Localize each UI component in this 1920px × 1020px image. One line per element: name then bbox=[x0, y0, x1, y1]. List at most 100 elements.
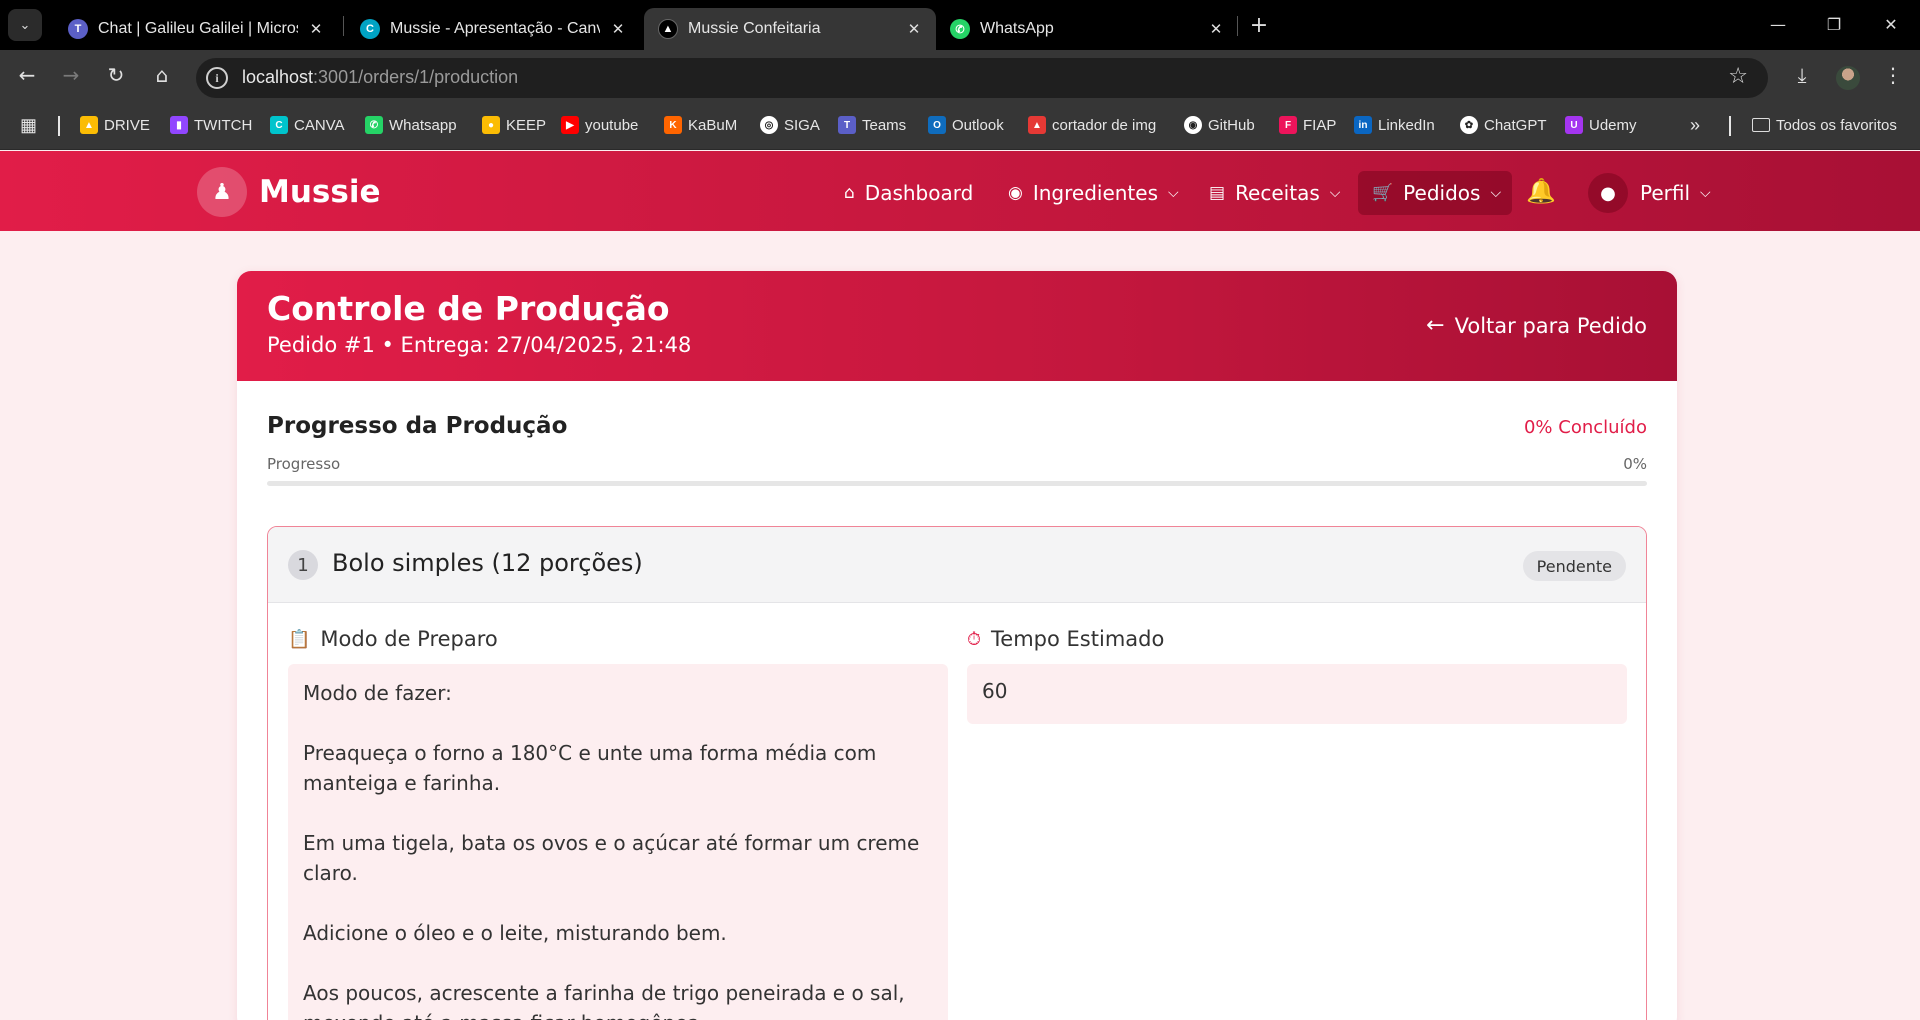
nav-pedidos[interactable]: 🛒 Pedidos ⌵ bbox=[1358, 171, 1512, 215]
bookmark-youtube[interactable]: ▶ youtube bbox=[561, 112, 638, 138]
bookmark-linkedin[interactable]: in LinkedIn bbox=[1354, 112, 1435, 138]
close-window-button[interactable]: ✕ bbox=[1868, 6, 1914, 42]
info-icon[interactable]: i bbox=[206, 67, 228, 89]
bookmark-label: CANVA bbox=[294, 116, 345, 134]
bookmark-fiap[interactable]: F FIAP bbox=[1279, 112, 1336, 138]
notifications-bell-icon[interactable]: 🔔 bbox=[1526, 177, 1556, 205]
tab-mussie-confeitaria[interactable]: ▲ Mussie Confeitaria ✕ bbox=[644, 8, 936, 50]
bookmark-cortador-de-img[interactable]: ▲ cortador de img bbox=[1028, 112, 1156, 138]
plus-icon: + bbox=[1249, 12, 1269, 38]
home-button[interactable]: ⌂ bbox=[145, 59, 179, 91]
bookmark-github[interactable]: ◉ GitHub bbox=[1184, 112, 1255, 138]
bookmark-star-icon[interactable]: ☆ bbox=[1728, 64, 1748, 89]
tab-separator bbox=[1237, 16, 1238, 36]
list-icon: ▤ bbox=[1209, 183, 1226, 203]
grid-icon: ▦ bbox=[20, 114, 38, 135]
nav-perfil[interactable]: ● Perfil ⌵ bbox=[1574, 171, 1725, 215]
page-title: Controle de Produção bbox=[267, 289, 670, 328]
close-icon[interactable]: ✕ bbox=[306, 19, 326, 39]
time-label: Tempo Estimado bbox=[991, 627, 1165, 651]
profile-avatar[interactable] bbox=[1836, 66, 1860, 90]
bookmark-label: FIAP bbox=[1303, 116, 1337, 134]
close-icon[interactable]: ✕ bbox=[1206, 19, 1226, 39]
bookmark-drive[interactable]: ▲ DRIVE bbox=[80, 112, 150, 138]
teams-icon: T bbox=[838, 116, 856, 134]
reload-button[interactable]: ↻ bbox=[99, 59, 133, 91]
nav-receitas-label: Receitas bbox=[1235, 181, 1320, 205]
tab-search-button[interactable]: ⌄ bbox=[8, 9, 42, 41]
back-to-order-link[interactable]: ← Voltar para Pedido bbox=[1426, 313, 1647, 338]
bookmark-label: Whatsapp bbox=[389, 116, 457, 134]
youtube-icon: ▶ bbox=[561, 116, 579, 134]
browser-menu-button[interactable]: ⋮ bbox=[1876, 59, 1910, 91]
nav-dashboard[interactable]: ⌂ Dashboard bbox=[830, 171, 987, 215]
prep-section-label: 📋 Modo de Preparo bbox=[288, 627, 498, 651]
back-button[interactable]: ← bbox=[10, 59, 44, 91]
close-icon[interactable]: ✕ bbox=[608, 19, 628, 39]
tab-title: WhatsApp bbox=[980, 20, 1054, 37]
bookmark-siga[interactable]: ◎ SIGA bbox=[760, 112, 820, 138]
nav-receitas[interactable]: ▤ Receitas ⌵ bbox=[1195, 171, 1354, 215]
bookmark-whatsapp[interactable]: ✆ Whatsapp bbox=[365, 112, 457, 138]
address-bar[interactable]: i localhost:3001/orders/1/production ☆ bbox=[196, 58, 1768, 98]
downloads-button[interactable]: ⤓ bbox=[1785, 59, 1819, 91]
prep-label: Modo de Preparo bbox=[320, 627, 498, 651]
more-bookmarks-button[interactable]: » bbox=[1690, 112, 1700, 138]
restore-icon: ❐ bbox=[1826, 14, 1842, 34]
bookmark-label: GitHub bbox=[1208, 116, 1255, 134]
forward-button[interactable]: → bbox=[54, 59, 88, 91]
kabum-icon: K bbox=[664, 116, 682, 134]
chevron-down-icon: ⌄ bbox=[19, 17, 31, 33]
tab-canva[interactable]: C Mussie - Apresentação - Canva ✕ bbox=[346, 8, 640, 50]
tab-whatsapp[interactable]: ✆ WhatsApp ✕ bbox=[936, 8, 1238, 50]
step-header[interactable]: 1 Bolo simples (12 porções) Pendente bbox=[268, 527, 1646, 603]
production-card: Controle de Produção Pedido #1 • Entrega… bbox=[237, 271, 1677, 1020]
udemy-icon: U bbox=[1565, 116, 1583, 134]
chevron-down-icon: ⌵ bbox=[1329, 185, 1341, 201]
bookmark-outlook[interactable]: O Outlook bbox=[928, 112, 1004, 138]
bookmark-label: Teams bbox=[862, 116, 907, 134]
keep-icon: ● bbox=[482, 116, 500, 134]
chevron-down-icon: ⌵ bbox=[1490, 185, 1502, 201]
back-link-label: Voltar para Pedido bbox=[1454, 313, 1647, 338]
bookmark-label: SIGA bbox=[784, 116, 820, 134]
bookmark-label: KEEP bbox=[506, 116, 547, 134]
bookmark-label: Udemy bbox=[1589, 116, 1637, 134]
chevron-down-icon: ⌵ bbox=[1168, 185, 1179, 201]
page-scrollbar[interactable] bbox=[1904, 500, 1920, 1020]
bookmark-kabum[interactable]: K KaBuM bbox=[664, 112, 737, 138]
whatsapp-icon: ✆ bbox=[950, 19, 970, 39]
tab-separator bbox=[343, 16, 344, 36]
bookmark-udemy[interactable]: U Udemy bbox=[1565, 112, 1637, 138]
minimize-button[interactable]: — bbox=[1755, 6, 1801, 42]
double-chevron-right-icon: » bbox=[1690, 114, 1701, 135]
cookie-icon: ◉ bbox=[1008, 183, 1023, 203]
canva-icon: C bbox=[360, 19, 380, 39]
bookmark-twitch[interactable]: ▮ TWITCH bbox=[170, 112, 252, 138]
card-header: Controle de Produção Pedido #1 • Entrega… bbox=[237, 271, 1677, 381]
bookmark-teams[interactable]: T Teams bbox=[838, 112, 906, 138]
bookmark-chatgpt[interactable]: ✿ ChatGPT bbox=[1460, 112, 1547, 138]
nav-ingredientes[interactable]: ◉ Ingredientes ⌵ bbox=[994, 171, 1193, 215]
arrow-right-icon: → bbox=[62, 63, 80, 87]
apps-button[interactable]: ▦ bbox=[20, 112, 37, 138]
canva-icon: C bbox=[270, 116, 288, 134]
status-badge: Pendente bbox=[1522, 551, 1626, 581]
url-text[interactable]: localhost:3001/orders/1/production bbox=[242, 67, 518, 88]
brand[interactable]: ♟ Mussie bbox=[197, 167, 380, 217]
tab-teams-chat[interactable]: T Chat | Galileu Galilei | Microsoft ✕ bbox=[54, 8, 338, 50]
url-host: localhost bbox=[242, 67, 314, 87]
github-icon: ◉ bbox=[1184, 116, 1202, 134]
drive-icon: ▲ bbox=[80, 116, 98, 134]
new-tab-button[interactable]: + bbox=[1244, 10, 1274, 40]
close-icon[interactable]: ✕ bbox=[904, 19, 924, 39]
restore-button[interactable]: ❐ bbox=[1811, 6, 1857, 42]
bookmark-label: Outlook bbox=[952, 116, 1004, 134]
all-bookmarks-button[interactable]: Todos os favoritos bbox=[1752, 112, 1897, 138]
bookmark-canva[interactable]: C CANVA bbox=[270, 112, 345, 138]
bookmark-label: TWITCH bbox=[194, 116, 253, 134]
prep-instructions: Modo de fazer: Preaqueça o forno a 180°C… bbox=[288, 664, 948, 1020]
bookmark-keep[interactable]: ● KEEP bbox=[482, 112, 546, 138]
tree-icon: ▲ bbox=[1028, 116, 1046, 134]
tab-title: Mussie - Apresentação - Canva bbox=[390, 20, 600, 37]
